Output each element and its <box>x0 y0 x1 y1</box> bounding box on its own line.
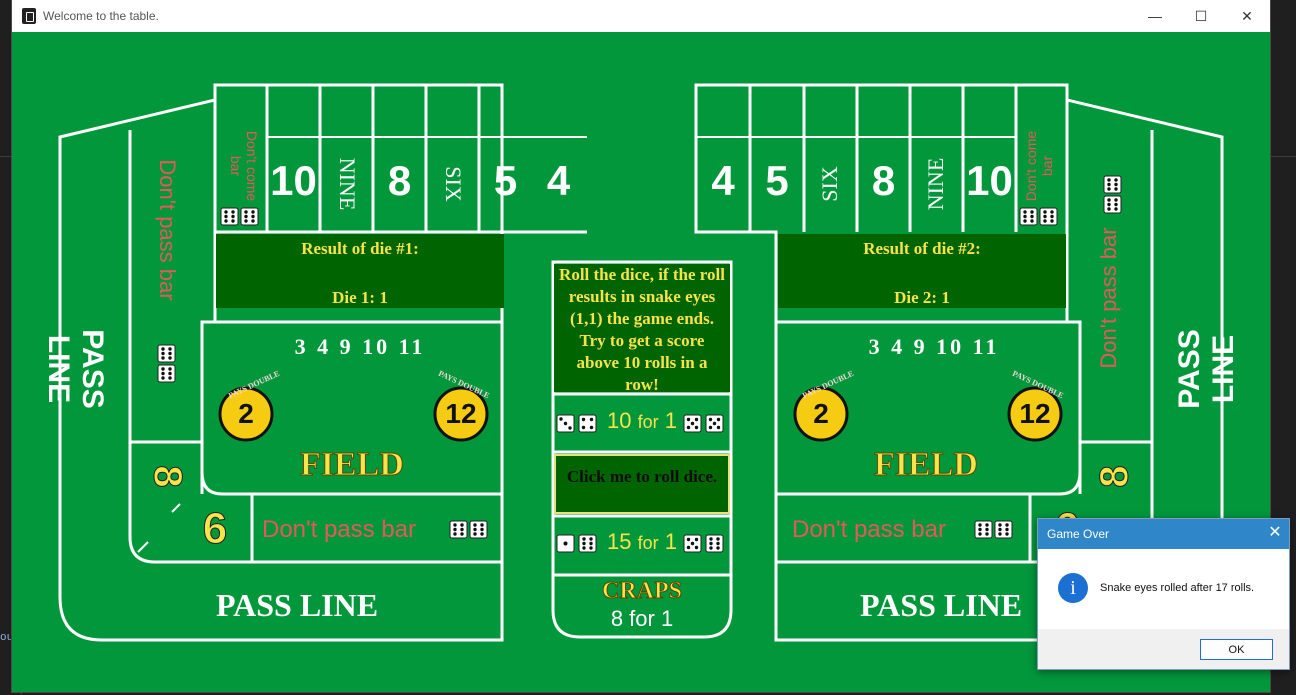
information-icon: i <box>1058 573 1088 603</box>
point-8-left[interactable]: 8 <box>373 156 426 206</box>
dice-icon <box>556 414 597 433</box>
dice-icon <box>157 344 176 383</box>
point-10-left[interactable]: 10 <box>267 156 320 206</box>
big-8-left[interactable]: 8 <box>145 452 190 502</box>
dice-icon <box>449 520 488 539</box>
field-2-right[interactable]: 2 <box>795 396 847 432</box>
dice-icon <box>974 520 1013 539</box>
point-4-right[interactable]: 4 <box>696 156 750 206</box>
point-5-right[interactable]: 5 <box>750 156 804 206</box>
craps-odds: 8 for 1 <box>610 606 674 631</box>
point-six-right[interactable]: SIX <box>817 144 842 224</box>
maximize-button[interactable]: ☐ <box>1178 0 1224 32</box>
dialog-title-bar: Game Over ✕ <box>1038 519 1289 549</box>
die2-result-value: Die 2: 1 <box>894 288 950 307</box>
die2-result-panel: Result of die #2: Die 2: 1 <box>778 234 1066 308</box>
field-2-left[interactable]: 2 <box>220 396 272 432</box>
dialog-message: Snake eyes rolled after 17 rolls. <box>1100 582 1255 594</box>
window-title: Welcome to the table. <box>43 9 159 23</box>
point-5-left[interactable]: 5 <box>479 156 532 206</box>
point-8-right[interactable]: 8 <box>857 156 910 206</box>
close-button[interactable]: ✕ <box>1224 0 1270 32</box>
die1-result-panel: Result of die #1: Die 1: 1 <box>216 234 504 308</box>
dialog-title: Game Over <box>1047 527 1110 541</box>
point-nine-right[interactable]: NINE <box>923 144 948 224</box>
point-10-right[interactable]: 10 <box>963 156 1016 206</box>
game-over-dialog: Game Over ✕ i Snake eyes rolled after 17… <box>1037 518 1290 670</box>
die1-result-value: Die 1: 1 <box>332 288 388 307</box>
big-6-left[interactable]: 6 <box>190 504 240 554</box>
field-label-right[interactable]: FIELD <box>836 446 1016 484</box>
bet-15-for-1[interactable]: 15 for 1 <box>602 529 682 555</box>
dice-icon <box>683 534 724 553</box>
pass-line-side-right[interactable]: PASS LINE <box>1173 309 1240 429</box>
point-4-left[interactable]: 4 <box>532 156 585 206</box>
dont-pass-bar-right[interactable]: Don't pass bar <box>792 516 972 544</box>
field-numbers-right[interactable]: 3 4 9 10 11 <box>844 334 1024 360</box>
dialog-close-button[interactable]: ✕ <box>1264 522 1286 544</box>
title-bar: Welcome to the table. — ☐ ✕ <box>12 0 1270 32</box>
instructions-text: Roll the dice, if the roll results in sn… <box>559 265 725 394</box>
dont-pass-side-right[interactable]: Don't pass bar <box>1096 213 1122 383</box>
craps-label[interactable]: CRAPS <box>554 578 730 605</box>
field-label-left[interactable]: FIELD <box>262 446 442 484</box>
dont-come-bar-right[interactable]: Don't come bar <box>1023 121 1059 211</box>
field-numbers-left[interactable]: 3 4 9 10 11 <box>270 334 450 360</box>
field-12-right[interactable]: 12 <box>1009 396 1061 432</box>
dont-pass-side-left[interactable]: Don't pass bar <box>154 145 180 315</box>
instructions-panel: Roll the dice, if the roll results in sn… <box>554 264 730 394</box>
field-12-left[interactable]: 12 <box>435 396 487 432</box>
point-nine-left[interactable]: NINE <box>335 144 360 224</box>
dice-icon <box>683 414 724 433</box>
ok-button[interactable]: OK <box>1200 639 1273 660</box>
pass-line-side-left[interactable]: PASS LINE <box>42 309 109 429</box>
pass-line-bottom-left[interactable]: PASS LINE <box>172 587 422 624</box>
big-8-right[interactable]: 8 <box>1092 452 1138 502</box>
dont-come-bar-left[interactable]: Don't come bar <box>224 121 260 211</box>
dice-icon <box>1103 175 1122 214</box>
point-six-left[interactable]: SIX <box>441 144 466 224</box>
minimize-button[interactable]: — <box>1132 0 1178 32</box>
die1-result-label: Result of die #1: <box>301 239 419 258</box>
app-icon <box>22 8 36 24</box>
bet-10-for-1[interactable]: 10 for 1 <box>602 408 682 434</box>
die2-result-label: Result of die #2: <box>863 239 981 258</box>
dice-icon <box>556 534 597 553</box>
roll-dice-button[interactable]: Click me to roll dice. <box>554 454 730 514</box>
dont-pass-bar-left[interactable]: Don't pass bar <box>262 516 442 544</box>
